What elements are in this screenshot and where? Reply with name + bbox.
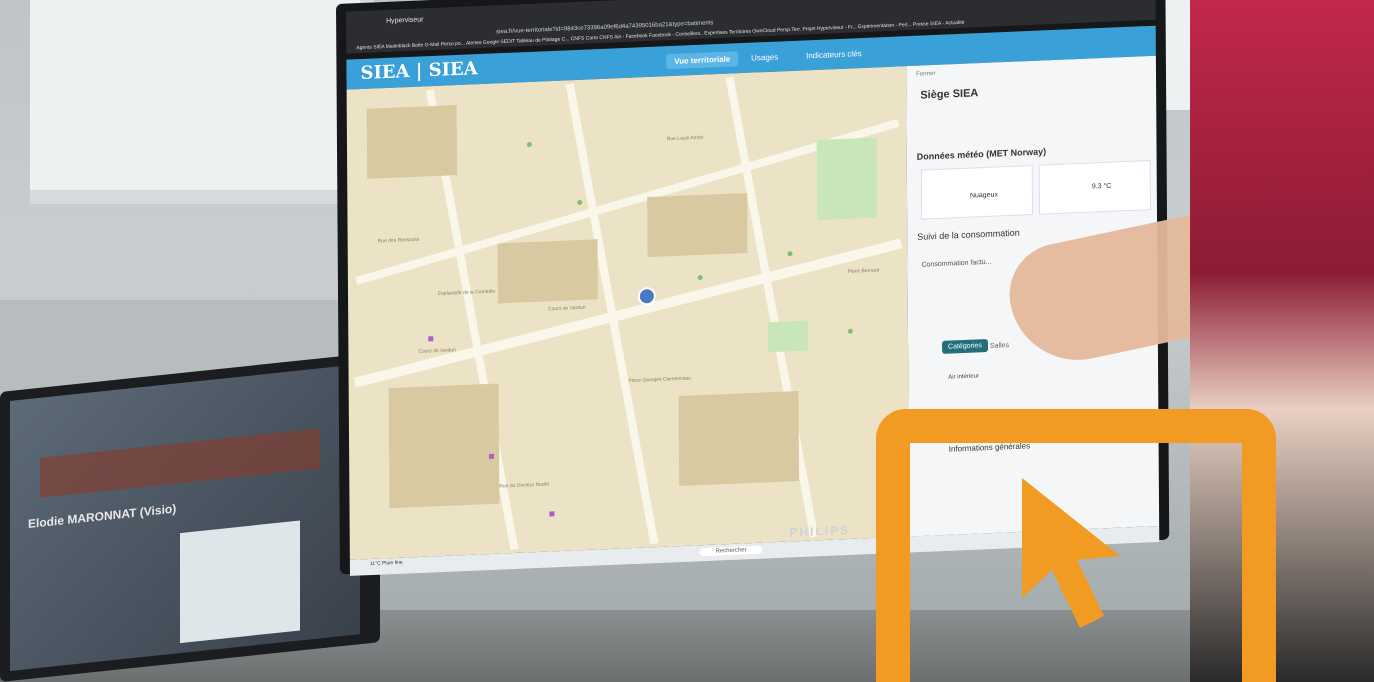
tab-usages[interactable]: Usages <box>751 53 778 63</box>
tree-marker <box>847 328 854 334</box>
tab-categories[interactable]: Catégories <box>941 338 988 354</box>
map-block <box>497 239 598 304</box>
map-block <box>678 390 800 487</box>
laptop-taskbar <box>40 428 320 498</box>
close-button[interactable]: Fermer <box>916 71 935 78</box>
taskbar-search[interactable]: Rechercher <box>699 545 763 557</box>
street-label: Rue du Docteur Nodet <box>499 481 550 490</box>
laptop-meeting-title: Elodie MARONNAT (Visio) <box>28 501 177 532</box>
map-park <box>816 137 878 221</box>
poi-marker[interactable] <box>489 453 495 459</box>
temperature-card: 9.3 °C <box>1038 160 1151 215</box>
map-park <box>767 320 809 353</box>
weather-condition: Nuageux <box>969 191 999 200</box>
laptop: Elodie MARONNAT (Visio) <box>0 352 380 682</box>
browser-tab[interactable]: Hyperviseur <box>386 16 423 25</box>
tab-salles[interactable]: Salles <box>990 342 1009 350</box>
street-label: Cours de Verdun <box>547 304 586 313</box>
tree-marker <box>697 274 703 281</box>
siea-logo: SIEA | SIEA <box>360 58 478 85</box>
tab-indicateurs[interactable]: Indicateurs clés <box>806 49 862 60</box>
weather-card: Nuageux <box>920 164 1034 220</box>
poi-marker[interactable] <box>549 511 555 517</box>
window <box>30 0 374 204</box>
consumption-chart-title: Consommation factu... <box>921 258 992 269</box>
map-block <box>388 383 500 509</box>
tree-marker <box>577 199 583 206</box>
map-block <box>647 192 748 258</box>
poi-marker[interactable] <box>428 336 434 342</box>
taskbar-weather[interactable]: 11°C Pluie fine <box>370 560 403 567</box>
tab-vue-territoriale[interactable]: Vue territoriale <box>666 51 739 70</box>
monitor-brand: PHILIPS <box>789 522 851 540</box>
tree-marker <box>526 141 532 148</box>
street-label: Place Georges Clemenceau <box>628 375 691 385</box>
street-label: Rue des Remparts <box>377 236 420 245</box>
tree-marker <box>787 251 793 257</box>
cursor-icon <box>1022 478 1120 628</box>
meteo-title: Données météo (MET Norway) <box>916 146 1047 162</box>
site-title: Siège SIEA <box>920 87 979 102</box>
street-label: Esplanade de la Comédie <box>437 288 496 297</box>
street-label: Place Bernard <box>847 267 880 275</box>
street-label: Rue Louis Amiot <box>666 134 704 143</box>
consumption-title: Suivi de la consommation <box>917 227 1020 242</box>
air-interieur-item[interactable]: Air intérieur <box>948 373 979 380</box>
laptop-screen: Elodie MARONNAT (Visio) <box>10 364 360 671</box>
map-view[interactable]: Rue Louis Amiot Rue des Remparts Cours d… <box>346 66 910 560</box>
laptop-dialog <box>180 520 300 644</box>
map-block <box>366 105 458 179</box>
temperature-value: 9.3 °C <box>1091 182 1112 191</box>
